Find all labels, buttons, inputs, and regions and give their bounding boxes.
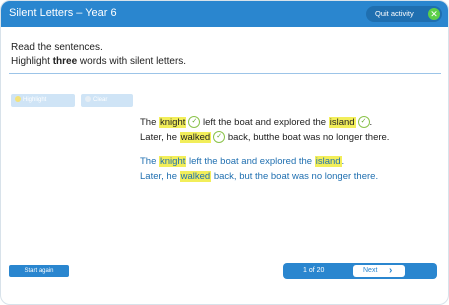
sentence-line: Later, he walked back, but the boat was … [140,169,378,184]
text: left the boat and explored the [200,117,329,128]
text: back, but the boat was no longer there. [211,171,379,182]
text: Later, he [140,132,180,143]
text: The [140,156,160,167]
instruction-post: words with silent letters. [77,56,187,67]
activity-window: Silent Letters – Year 6 Quit activity ✕ … [0,0,449,305]
page-indicator: 1 of 20 [303,267,325,274]
text: The [140,117,160,128]
highlighted-word[interactable]: knight [159,117,187,128]
instructions: Read the sentences. Highlight three word… [11,41,186,69]
highlighted-word: knight [159,156,187,167]
sentence-line: The knight left the boat and explored th… [140,154,378,169]
clear-label: Clear [93,97,108,103]
instruction-line-2: Highlight three words with silent letter… [11,55,186,69]
sentence-line: Later, he walked ✓ back, butthe boat was … [140,130,389,145]
check-icon: ✓ [188,116,201,129]
next-button[interactable]: Next › [353,265,405,277]
text: Later, he [140,171,180,182]
check-icon: ✓ [213,131,226,144]
sentence-answered: The knight ✓ left the boat and explored t… [140,115,389,145]
text: left the boat and explored the [186,156,315,167]
next-label: Next [363,267,378,274]
start-again-button[interactable]: Start again [9,265,69,277]
text: . [341,156,345,167]
highlight-button[interactable]: Highlight [11,94,75,107]
instruction-pre: Highlight [11,56,53,67]
quit-activity-label: Quit activity [375,9,414,18]
highlighted-word[interactable]: island [328,117,356,128]
highlighter-icon [15,96,21,103]
clear-button[interactable]: Clear [81,94,133,107]
highlighted-word: island [314,156,342,167]
pagination-bar: 1 of 20 Next › [283,263,437,279]
chevron-right-icon: › [389,265,393,276]
instruction-line-1: Read the sentences. [11,42,103,53]
window-title: Silent Letters – Year 6 [9,7,117,19]
text: . [369,117,373,128]
instruction-bold: three [52,56,78,67]
title-bar: Silent Letters – Year 6 Quit activity ✕ [1,1,448,27]
sentence-line: The knight ✓ left the boat and explored t… [140,115,389,130]
text: back, butthe boat was no longer there. [225,132,390,143]
divider [9,73,441,74]
close-icon: ✕ [428,8,440,20]
sentence-answer-key: The knight left the boat and explored th… [140,154,378,184]
highlight-label: Highlight [23,97,47,103]
quit-activity-button[interactable]: Quit activity ✕ [366,6,442,22]
check-icon: ✓ [357,116,370,129]
highlighted-word: walked [179,171,212,182]
eraser-icon [85,96,91,103]
highlighted-word[interactable]: walked [179,132,212,143]
